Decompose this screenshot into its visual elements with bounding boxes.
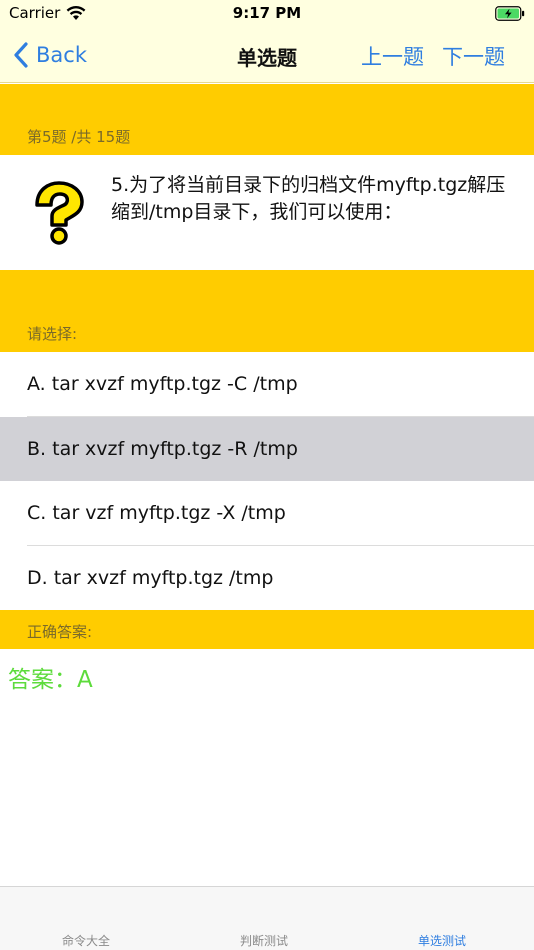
- progress-header: 第5题 /共 15题: [0, 84, 534, 155]
- question-mark-icon: [35, 181, 84, 245]
- choose-label: 请选择:: [27, 325, 78, 343]
- answer-label: 正确答案:: [27, 623, 93, 641]
- option-d[interactable]: D. tar xvzf myftp.tgz /tmp: [0, 546, 534, 610]
- question-progress: 第5题 /共 15题: [27, 128, 131, 146]
- tab-single-choice-test[interactable]: 单选测试: [418, 932, 466, 949]
- option-label: D. tar xvzf myftp.tgz /tmp: [27, 567, 274, 589]
- option-label: A. tar xvzf myftp.tgz -C /tmp: [27, 373, 298, 395]
- choose-header: 请选择:: [0, 270, 534, 352]
- option-c[interactable]: C. tar vzf myftp.tgz -X /tmp: [0, 481, 534, 545]
- next-question-button[interactable]: 下一题: [442, 41, 505, 71]
- tab-true-false-test[interactable]: 判断测试: [240, 932, 288, 949]
- option-label: C. tar vzf myftp.tgz -X /tmp: [27, 502, 286, 524]
- answer-header: 正确答案:: [0, 610, 534, 649]
- tab-command-list[interactable]: 命令大全: [62, 932, 110, 949]
- option-b[interactable]: B. tar xvzf myftp.tgz -R /tmp: [0, 417, 534, 481]
- question-text: 5.为了将当前目录下的归档文件myftp.tgz解压缩到/tmp目录下，我们可以…: [111, 174, 506, 223]
- correct-answer: 答案：A: [8, 667, 93, 693]
- question-card: 5.为了将当前目录下的归档文件myftp.tgz解压缩到/tmp目录下，我们可以…: [0, 155, 534, 270]
- previous-question-button[interactable]: 上一题: [361, 41, 424, 71]
- status-bar: Carrier 9:17 PM: [0, 0, 534, 28]
- option-a[interactable]: A. tar xvzf myftp.tgz -C /tmp: [0, 352, 534, 416]
- tab-bar: 命令大全 判断测试 单选测试: [0, 886, 534, 950]
- battery-charging-icon: [495, 6, 525, 21]
- navigation-bar: Back 单选题 上一题 下一题: [0, 28, 534, 83]
- option-label: B. tar xvzf myftp.tgz -R /tmp: [27, 438, 298, 460]
- clock: 9:17 PM: [232, 4, 302, 22]
